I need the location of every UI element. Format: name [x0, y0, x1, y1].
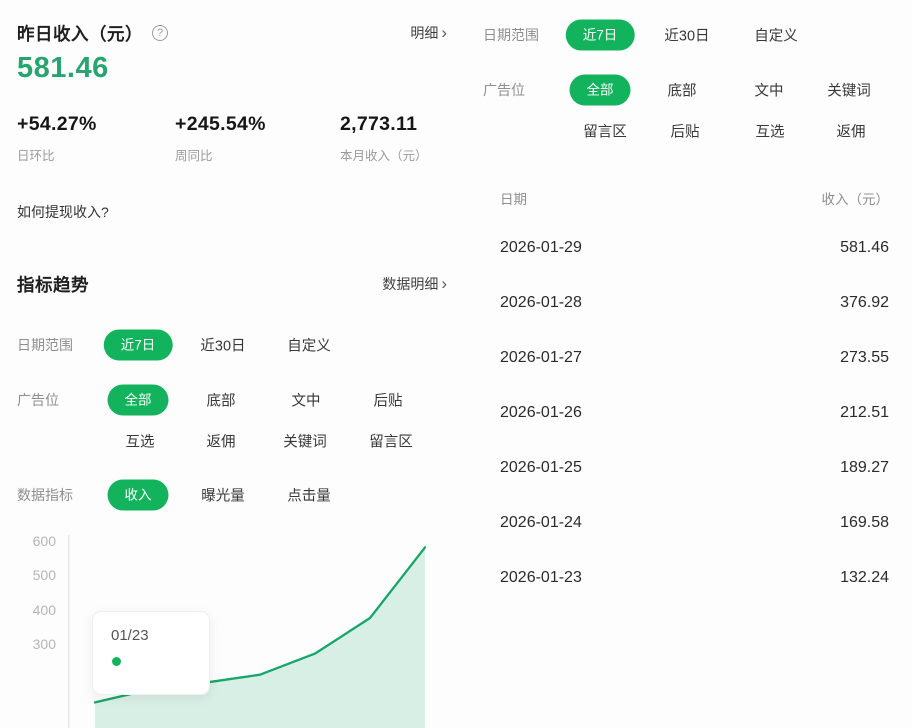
row-date: 2026-01-27 — [500, 349, 582, 367]
row-date: 2026-01-28 — [500, 294, 582, 312]
row-income: 132.24 — [840, 569, 889, 587]
row-income: 581.46 — [840, 239, 889, 257]
column-date: 日期 — [500, 188, 527, 208]
table-row: 2026-01-24 169.58 — [500, 514, 889, 532]
option-in-article[interactable]: 文中 — [755, 80, 784, 101]
row-income: 189.27 — [840, 459, 889, 477]
table-row: 2026-01-28 376.92 — [500, 294, 889, 312]
detail-ad-slot-filter: 广告位 全部 底部 文中 关键词 — [483, 73, 903, 107]
option-last-30-days[interactable]: 近30日 — [664, 25, 709, 46]
tooltip-date: 01/23 — [111, 627, 209, 644]
data-detail-panel: 日期范围 近7日 近30日 自定义 广告位 全部 底部 文中 关键词 留言区 后… — [0, 0, 912, 663]
row-income: 169.58 — [840, 514, 889, 532]
row-date: 2026-01-26 — [500, 404, 582, 422]
option-all[interactable]: 全部 — [570, 75, 631, 106]
option-comment-area[interactable]: 留言区 — [583, 121, 627, 142]
table-row: 2026-01-23 132.24 — [500, 569, 889, 587]
option-bottom[interactable]: 底部 — [668, 80, 697, 101]
column-income: 收入（元） — [822, 188, 890, 208]
option-post-ad[interactable]: 后贴 — [671, 121, 700, 142]
table-row: 2026-01-27 273.55 — [500, 349, 889, 367]
filter-label: 广告位 — [483, 80, 525, 100]
row-income: 212.51 — [840, 404, 889, 422]
detail-date-range-filter: 日期范围 近7日 近30日 自定义 — [483, 18, 903, 52]
row-date: 2026-01-23 — [500, 569, 582, 587]
option-last-7-days[interactable]: 近7日 — [566, 20, 635, 51]
option-keyword[interactable]: 关键词 — [827, 80, 871, 101]
chart-tooltip: 01/23 — [92, 611, 210, 695]
row-income: 273.55 — [840, 349, 889, 367]
option-rebate[interactable]: 返佣 — [837, 121, 866, 142]
table-header: 日期 收入（元） — [500, 188, 889, 208]
row-date: 2026-01-25 — [500, 459, 582, 477]
row-date: 2026-01-24 — [500, 514, 582, 532]
option-custom-range[interactable]: 自定义 — [754, 25, 798, 46]
table-row: 2026-01-25 189.27 — [500, 459, 889, 477]
series-dot-icon — [112, 657, 121, 666]
table-row: 2026-01-26 212.51 — [500, 404, 889, 422]
row-date: 2026-01-29 — [500, 239, 582, 257]
filter-label: 日期范围 — [483, 25, 539, 45]
table-row: 2026-01-29 581.46 — [500, 239, 889, 257]
option-mutual-select[interactable]: 互选 — [756, 121, 785, 142]
detail-ad-slot-filter-row2: 留言区 后贴 互选 返佣 — [483, 114, 903, 148]
row-income: 376.92 — [840, 294, 889, 312]
